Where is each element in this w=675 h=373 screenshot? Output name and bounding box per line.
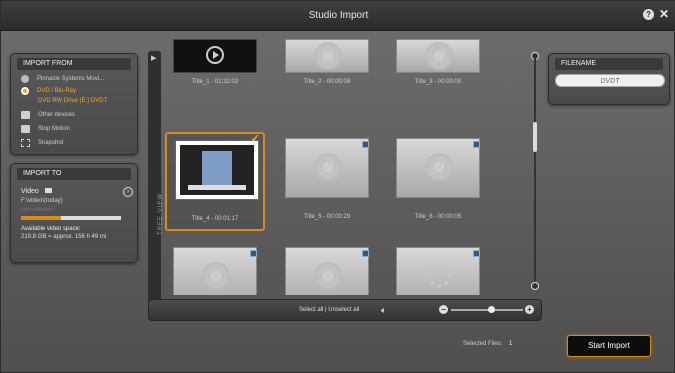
import-to-panel: IMPORT TO Video › F:\video\(today) (set … [10,163,138,263]
title-thumbnail[interactable]: Title_3 - 00:00:00 [388,39,488,119]
title-thumbnail[interactable]: Title_6 - 00:00:05 [388,138,488,220]
close-icon[interactable]: ✕ [659,7,669,21]
title-preview [285,39,369,73]
help-icon[interactable]: ? [643,9,654,20]
title-thumbnail[interactable] [277,247,377,295]
disc-icon [202,262,230,290]
source-snapshot[interactable]: Snapshot [21,138,63,148]
disc-icon [425,153,453,181]
separator: | [325,307,327,313]
title-bar: Studio Import ? ✕ [1,1,675,31]
import-path[interactable]: F:\video\(today) [21,198,63,204]
source-stop-motion[interactable]: Stop Motion [21,124,70,134]
import-options-icon[interactable]: › [123,187,133,197]
space-label: Available video space: [21,226,81,232]
source-label: DVD / Blu-Ray [37,88,77,94]
disc-icon [21,75,29,83]
tree-view-toggle[interactable]: ▶ TREE VIEW [148,51,165,318]
disc-icon [314,262,342,290]
title-preview [396,247,480,295]
speaker-icon[interactable]: 🔈︎ [381,305,386,316]
title-thumbnail[interactable] [388,247,488,295]
selected-files-count: 1 [509,341,513,347]
snapshot-icon [21,139,30,147]
import-from-heading: IMPORT FROM [17,58,131,70]
disc-icon [314,42,342,70]
zoom-out-button[interactable]: − [439,305,448,314]
source-label: Other devices [38,112,76,118]
title-caption: Title_2 - 00:00:08 [303,79,351,85]
source-dvd-drive[interactable]: DVD RW Drive (E:) DVDT [38,96,107,106]
title-preview [285,247,369,295]
source-label: Pinnacle Systems Movi... [37,76,105,82]
video-label: Video [21,188,39,195]
video-label-row: Video [21,188,52,195]
select-checkbox[interactable] [473,141,480,148]
scroll-thumb[interactable] [533,122,537,152]
scroll-track[interactable] [534,58,536,284]
browser-toolbar: Select all | Unselect all 🔈︎ − + [148,299,542,321]
source-label: DVD RW Drive (E:) DVDT [38,98,108,104]
unselect-all-link[interactable]: Unselect all [328,307,359,313]
zoom-in-button[interactable]: + [525,305,534,314]
space-value: 219.8 GB = approx. 156 h 49 mi [21,234,107,240]
title-caption: Title_4 - 00:01:17 [191,216,239,222]
select-checkbox[interactable] [473,250,480,257]
title-caption: Title_1 - 01:32:02 [191,79,239,85]
title-thumbnail[interactable]: Title_1 - 01:32:02 [165,39,265,119]
camera-icon [21,125,30,133]
title-caption: Title_3 - 00:00:00 [414,79,462,85]
title-preview [285,138,369,198]
title-preview [396,39,480,73]
filename-heading: FILENAME [555,58,663,70]
title-caption: Title_6 - 00:00:05 [414,214,462,220]
vertical-scrollbar[interactable] [531,52,539,290]
title-caption: Title_5 - 00:00:29 [303,214,351,220]
title-thumbnail[interactable]: Title_5 - 00:00:29 [277,138,377,220]
import-to-heading: IMPORT TO [17,168,131,180]
dvd-icon [21,87,29,95]
checkmark-icon[interactable]: ✓ [251,132,260,145]
start-import-button[interactable]: Start Import [567,335,651,357]
folder-icon [21,111,30,119]
flower-icon [427,264,451,288]
import-from-panel: IMPORT FROM Pinnacle Systems Movi... DVD… [10,53,138,155]
zoom-slider-handle[interactable] [487,306,495,313]
title-preview [173,247,257,295]
title-thumbnail-selected[interactable]: ✓ Title_4 - 00:01:17 [165,132,265,231]
scroll-down-icon[interactable] [531,282,539,290]
select-checkbox[interactable] [362,141,369,148]
select-checkbox[interactable] [362,250,369,257]
play-icon [206,46,224,64]
filename-input[interactable]: DVDT [555,74,665,87]
title-thumbnail[interactable] [165,247,265,295]
source-label: Stop Motion [38,126,71,132]
title-preview [396,138,480,198]
title-thumbnail[interactable]: Title_2 - 00:00:08 [277,39,377,119]
selected-files-label: Selected Files: [463,341,503,347]
selected-files: Selected Files: 1 [463,341,512,347]
select-links: Select all | Unselect all [299,307,359,313]
subfolder-field[interactable]: (set subfolder) [21,207,53,213]
film-icon [44,188,52,193]
disc-icon [314,153,342,181]
expand-arrow-icon: ▶ [151,55,157,62]
tree-view-label: TREE VIEW [158,192,165,236]
disc-icon [425,42,453,70]
title-poster-image [180,145,254,195]
window-title: Studio Import [308,10,369,21]
studio-import-window: Studio Import ? ✕ IMPORT FROM Pinnacle S… [0,0,675,373]
source-pinnacle[interactable]: Pinnacle Systems Movi... [21,74,104,84]
select-all-link[interactable]: Select all [299,307,323,313]
select-checkbox[interactable] [250,250,257,257]
source-label: Snapshot [38,140,64,146]
title-preview [173,39,257,73]
space-bar-fill [21,216,61,220]
source-dvd-bluray[interactable]: DVD / Blu-Ray [21,86,76,96]
space-bar [21,216,121,220]
source-other-devices[interactable]: Other devices [21,110,75,120]
title-preview [175,140,259,200]
